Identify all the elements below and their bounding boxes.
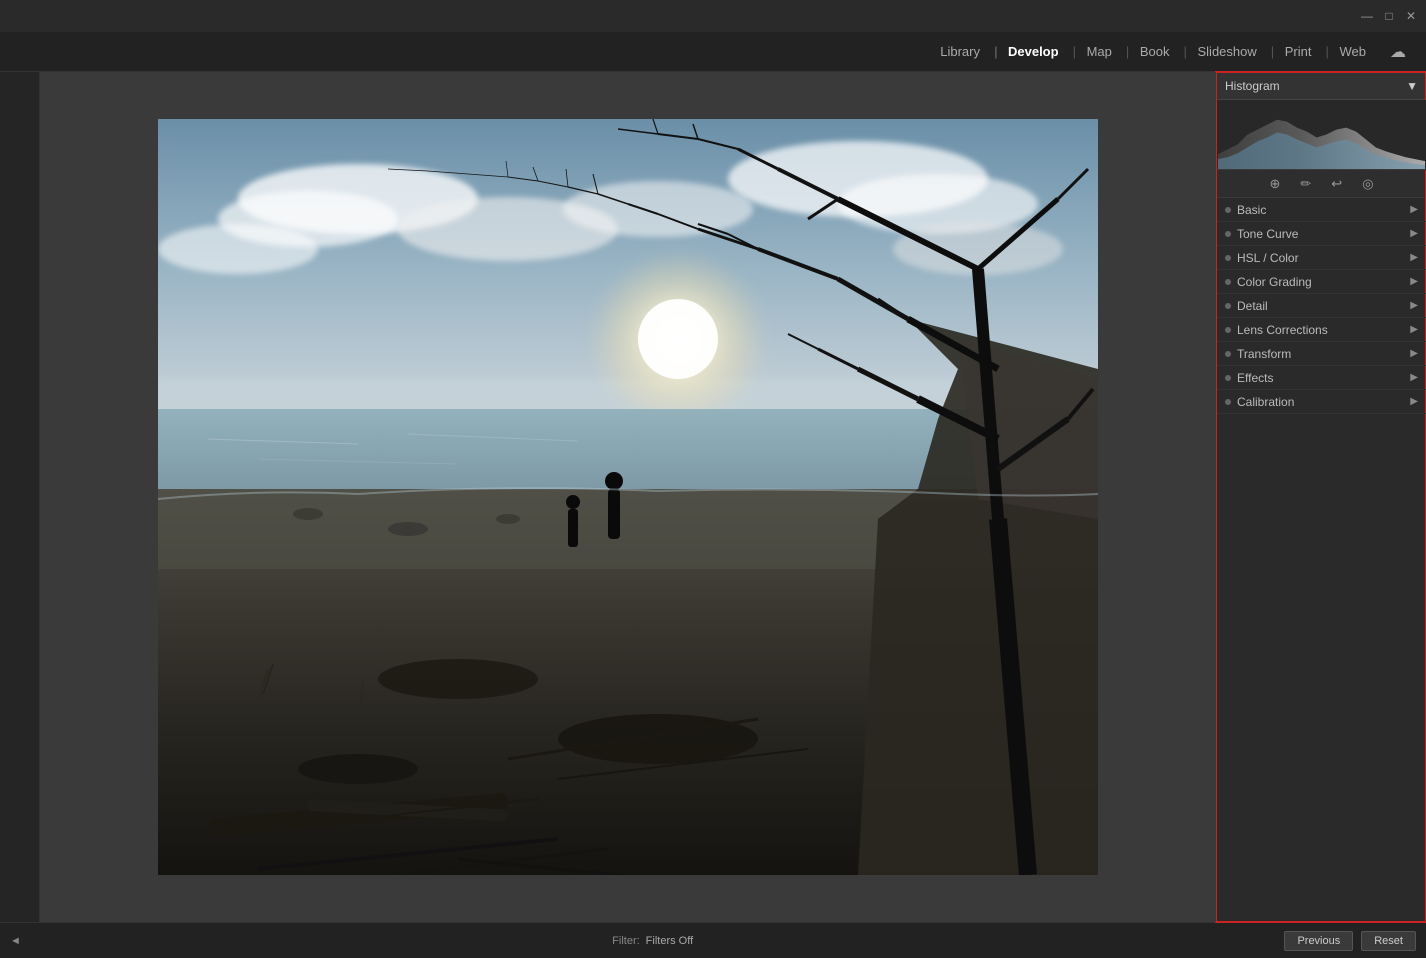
detail-arrow: ▶ — [1410, 300, 1418, 311]
calibration-toggle[interactable] — [1225, 399, 1231, 405]
scroll-left-icon[interactable]: ◄ — [10, 935, 21, 947]
tone-curve-label: Tone Curve — [1237, 227, 1298, 241]
section-hsl-color[interactable]: HSL / Color ▶ — [1217, 246, 1426, 270]
effects-toggle[interactable] — [1225, 375, 1231, 381]
hsl-arrow: ▶ — [1410, 252, 1418, 263]
section-basic[interactable]: Basic ▶ — [1217, 198, 1426, 222]
calibration-arrow: ▶ — [1410, 396, 1418, 407]
tone-curve-arrow: ▶ — [1410, 228, 1418, 239]
histogram-collapse-icon[interactable]: ▼ — [1406, 79, 1418, 93]
basic-arrow: ▶ — [1410, 204, 1418, 215]
toolbar-row: ⊕ ✏ ↩ ◎ — [1217, 170, 1426, 198]
bottom-bar: ◄ Filter: Filters Off Previous Reset — [0, 922, 1426, 958]
color-grading-label: Color Grading — [1237, 275, 1312, 289]
reset-button[interactable]: Reset — [1361, 931, 1416, 951]
section-lens-corrections[interactable]: Lens Corrections ▶ — [1217, 318, 1426, 342]
basic-label: Basic — [1237, 203, 1266, 217]
lens-corrections-label: Lens Corrections — [1237, 323, 1328, 337]
section-tone-curve[interactable]: Tone Curve ▶ — [1217, 222, 1426, 246]
detail-toggle[interactable] — [1225, 303, 1231, 309]
photo-container — [158, 119, 1098, 875]
section-detail[interactable]: Detail ▶ — [1217, 294, 1426, 318]
hsl-toggle[interactable] — [1225, 255, 1231, 261]
nav-map[interactable]: Map — [1073, 32, 1126, 71]
bottom-right: Previous Reset — [1284, 931, 1416, 951]
undo-icon[interactable]: ↩ — [1327, 174, 1346, 194]
section-calibration[interactable]: Calibration ▶ — [1217, 390, 1426, 414]
nav-develop[interactable]: Develop — [994, 32, 1073, 71]
crop-tool-icon[interactable]: ⊕ — [1265, 174, 1284, 194]
photo-area — [40, 72, 1216, 922]
top-nav: Library Develop Map Book Slideshow Print… — [0, 32, 1426, 72]
lens-corrections-arrow: ▶ — [1410, 324, 1418, 335]
nav-print[interactable]: Print — [1271, 32, 1326, 71]
brush-tool-icon[interactable]: ✏ — [1296, 174, 1315, 194]
filter-value[interactable]: Filters Off — [646, 935, 693, 947]
detail-label: Detail — [1237, 299, 1268, 313]
nav-slideshow[interactable]: Slideshow — [1184, 32, 1271, 71]
effects-arrow: ▶ — [1410, 372, 1418, 383]
effects-label: Effects — [1237, 371, 1273, 385]
histogram-label: Histogram — [1225, 79, 1280, 93]
nav-library[interactable]: Library — [926, 32, 994, 71]
histogram-header: Histogram ▼ — [1217, 72, 1426, 100]
bottom-center: Filter: Filters Off — [612, 935, 693, 947]
main-layout: Histogram ▼ — [0, 72, 1426, 922]
transform-label: Transform — [1237, 347, 1291, 361]
color-grading-arrow: ▶ — [1410, 276, 1418, 287]
transform-toggle[interactable] — [1225, 351, 1231, 357]
panel-sections: Basic ▶ Tone Curve ▶ HSL / Color ▶ Color… — [1217, 198, 1426, 922]
previous-button[interactable]: Previous — [1284, 931, 1353, 951]
maximize-button[interactable]: □ — [1382, 9, 1396, 23]
cloud-sync-icon[interactable]: ☁ — [1380, 42, 1406, 62]
left-sidebar — [0, 72, 40, 922]
hsl-label: HSL / Color — [1237, 251, 1299, 265]
section-effects[interactable]: Effects ▶ — [1217, 366, 1426, 390]
section-transform[interactable]: Transform ▶ — [1217, 342, 1426, 366]
lens-corrections-toggle[interactable] — [1225, 327, 1231, 333]
right-panel: Histogram ▼ — [1216, 72, 1426, 922]
title-bar: — □ ✕ — [0, 0, 1426, 32]
tone-curve-toggle[interactable] — [1225, 231, 1231, 237]
color-grading-toggle[interactable] — [1225, 279, 1231, 285]
minimize-button[interactable]: — — [1360, 9, 1374, 23]
section-color-grading[interactable]: Color Grading ▶ — [1217, 270, 1426, 294]
filter-label: Filter: — [612, 935, 640, 947]
bottom-left: ◄ — [10, 935, 21, 947]
calibration-label: Calibration — [1237, 395, 1294, 409]
settings-icon[interactable]: ◎ — [1358, 174, 1377, 194]
histogram-area — [1217, 100, 1426, 170]
close-button[interactable]: ✕ — [1404, 9, 1418, 23]
basic-toggle[interactable] — [1225, 207, 1231, 213]
transform-arrow: ▶ — [1410, 348, 1418, 359]
nav-web[interactable]: Web — [1326, 32, 1381, 71]
nav-book[interactable]: Book — [1126, 32, 1184, 71]
